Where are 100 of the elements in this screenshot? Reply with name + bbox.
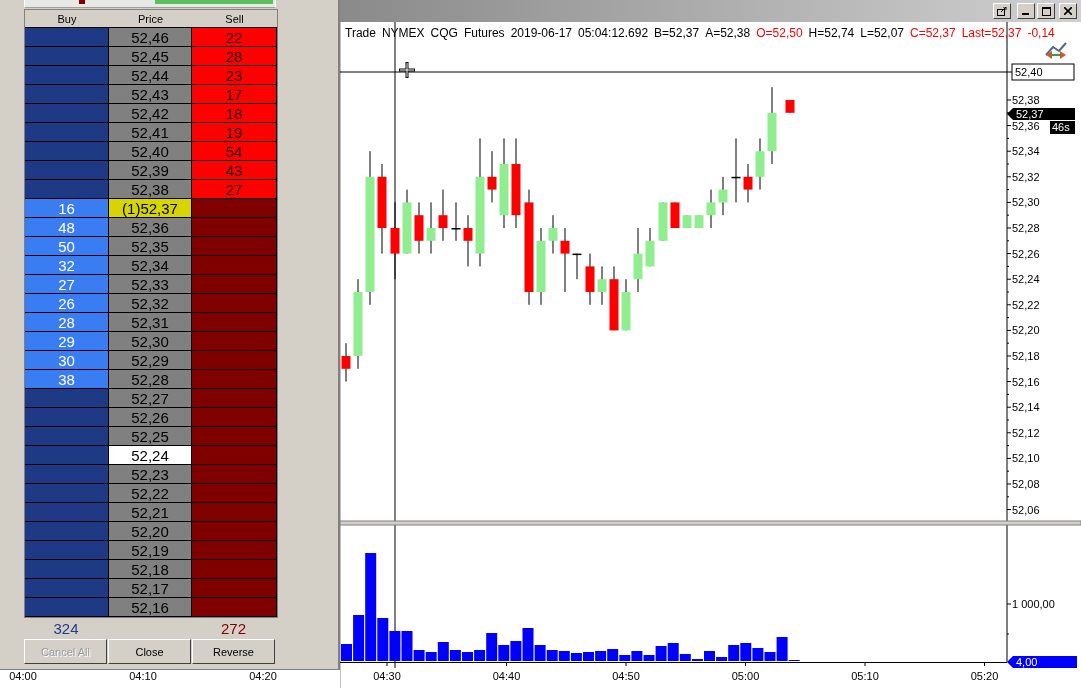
price-cell[interactable]: 52,33 bbox=[109, 275, 192, 294]
sell-cell[interactable] bbox=[192, 313, 277, 332]
price-cell[interactable]: 52,46 bbox=[109, 28, 192, 47]
price-cell[interactable]: 52,45 bbox=[109, 47, 192, 66]
sell-cell[interactable] bbox=[192, 332, 277, 351]
sell-cell[interactable] bbox=[192, 218, 277, 237]
buy-cell[interactable] bbox=[25, 579, 109, 598]
price-cell[interactable]: 52,40 bbox=[109, 142, 192, 161]
buy-cell[interactable]: 29 bbox=[25, 332, 109, 351]
sell-cell[interactable] bbox=[192, 484, 277, 503]
buy-cell[interactable] bbox=[25, 446, 109, 465]
buy-cell[interactable]: 30 bbox=[25, 351, 109, 370]
sell-cell[interactable] bbox=[192, 370, 277, 389]
price-cell[interactable]: 52,30 bbox=[109, 332, 192, 351]
buy-cell[interactable] bbox=[25, 85, 109, 104]
buy-cell[interactable] bbox=[25, 598, 109, 617]
price-cell[interactable]: 52,26 bbox=[109, 408, 192, 427]
sell-cell[interactable] bbox=[192, 541, 277, 560]
sell-cell[interactable] bbox=[192, 408, 277, 427]
price-cell[interactable]: 52,21 bbox=[109, 503, 192, 522]
buy-cell[interactable]: 28 bbox=[25, 313, 109, 332]
action-button[interactable]: Close bbox=[108, 639, 191, 664]
sell-cell[interactable] bbox=[192, 237, 277, 256]
buy-cell[interactable]: 27 bbox=[25, 275, 109, 294]
sell-cell[interactable] bbox=[192, 598, 277, 617]
sell-cell[interactable] bbox=[192, 389, 277, 408]
buy-cell[interactable] bbox=[25, 180, 109, 199]
price-cell[interactable]: 52,28 bbox=[109, 370, 192, 389]
sell-cell[interactable] bbox=[192, 560, 277, 579]
buy-cell[interactable]: 16 bbox=[25, 199, 109, 218]
sell-cell[interactable]: 27 bbox=[192, 180, 277, 199]
buy-cell[interactable]: 38 bbox=[25, 370, 109, 389]
buy-cell[interactable] bbox=[25, 47, 109, 66]
buy-cell[interactable] bbox=[25, 123, 109, 142]
price-cell[interactable]: 52,20 bbox=[109, 522, 192, 541]
buy-cell[interactable]: 50 bbox=[25, 237, 109, 256]
sell-cell[interactable]: 28 bbox=[192, 47, 277, 66]
buy-cell[interactable] bbox=[25, 522, 109, 541]
buy-cell[interactable] bbox=[25, 161, 109, 180]
buy-cell[interactable] bbox=[25, 503, 109, 522]
price-cell[interactable]: 52,34 bbox=[109, 256, 192, 275]
sell-cell[interactable] bbox=[192, 446, 277, 465]
sell-cell[interactable] bbox=[192, 465, 277, 484]
buy-cell[interactable] bbox=[25, 465, 109, 484]
sell-cell[interactable] bbox=[192, 275, 277, 294]
minimize-icon[interactable] bbox=[1017, 3, 1035, 19]
buy-cell[interactable] bbox=[25, 560, 109, 579]
buy-cell[interactable]: 48 bbox=[25, 218, 109, 237]
sell-cell[interactable]: 54 bbox=[192, 142, 277, 161]
action-button[interactable]: Reverse bbox=[192, 639, 275, 664]
buy-cell[interactable] bbox=[25, 66, 109, 85]
sell-cell[interactable]: 23 bbox=[192, 66, 277, 85]
price-cell[interactable]: 52,38 bbox=[109, 180, 192, 199]
price-cell[interactable]: 52,41 bbox=[109, 123, 192, 142]
price-cell[interactable]: 52,29 bbox=[109, 351, 192, 370]
buy-cell[interactable] bbox=[25, 541, 109, 560]
buy-cell[interactable] bbox=[25, 142, 109, 161]
sell-cell[interactable] bbox=[192, 579, 277, 598]
sell-cell[interactable] bbox=[192, 294, 277, 313]
buy-cell[interactable] bbox=[25, 389, 109, 408]
price-cell[interactable]: 52,31 bbox=[109, 313, 192, 332]
price-cell[interactable]: 52,18 bbox=[109, 560, 192, 579]
sell-cell[interactable] bbox=[192, 351, 277, 370]
buy-cell[interactable] bbox=[25, 104, 109, 123]
price-cell[interactable]: 52,24 bbox=[109, 446, 192, 465]
buy-cell[interactable] bbox=[25, 427, 109, 446]
maximize-icon[interactable] bbox=[1037, 3, 1055, 19]
price-cell[interactable]: 52,16 bbox=[109, 598, 192, 617]
sell-cell[interactable]: 22 bbox=[192, 28, 277, 47]
price-cell[interactable]: 52,43 bbox=[109, 85, 192, 104]
price-cell[interactable]: 52,19 bbox=[109, 541, 192, 560]
close-icon[interactable] bbox=[1059, 3, 1077, 19]
price-cell[interactable]: 52,27 bbox=[109, 389, 192, 408]
buy-cell[interactable] bbox=[25, 408, 109, 427]
price-cell[interactable]: 52,32 bbox=[109, 294, 192, 313]
price-cell[interactable]: 52,22 bbox=[109, 484, 192, 503]
price-cell[interactable]: 52,25 bbox=[109, 427, 192, 446]
info-item: L=52,07 bbox=[860, 26, 904, 40]
price-cell[interactable]: 52,17 bbox=[109, 579, 192, 598]
sell-cell[interactable] bbox=[192, 256, 277, 275]
price-cell[interactable]: 52,39 bbox=[109, 161, 192, 180]
sell-cell[interactable] bbox=[192, 199, 277, 218]
price-cell[interactable]: 52,23 bbox=[109, 465, 192, 484]
sell-cell[interactable]: 43 bbox=[192, 161, 277, 180]
buy-cell[interactable]: 26 bbox=[25, 294, 109, 313]
price-cell[interactable]: 52,36 bbox=[109, 218, 192, 237]
buy-cell[interactable] bbox=[25, 484, 109, 503]
sell-cell[interactable]: 18 bbox=[192, 104, 277, 123]
sell-cell[interactable] bbox=[192, 427, 277, 446]
price-cell[interactable]: 52,42 bbox=[109, 104, 192, 123]
buy-cell[interactable] bbox=[25, 28, 109, 47]
buy-cell[interactable]: 32 bbox=[25, 256, 109, 275]
sell-cell[interactable]: 17 bbox=[192, 85, 277, 104]
price-cell[interactable]: 52,35 bbox=[109, 237, 192, 256]
sell-cell[interactable] bbox=[192, 503, 277, 522]
price-cell[interactable]: 52,44 bbox=[109, 66, 192, 85]
price-cell[interactable]: (1)52,37 bbox=[109, 199, 192, 218]
pop-out-icon[interactable] bbox=[993, 3, 1011, 19]
sell-cell[interactable]: 19 bbox=[192, 123, 277, 142]
sell-cell[interactable] bbox=[192, 522, 277, 541]
